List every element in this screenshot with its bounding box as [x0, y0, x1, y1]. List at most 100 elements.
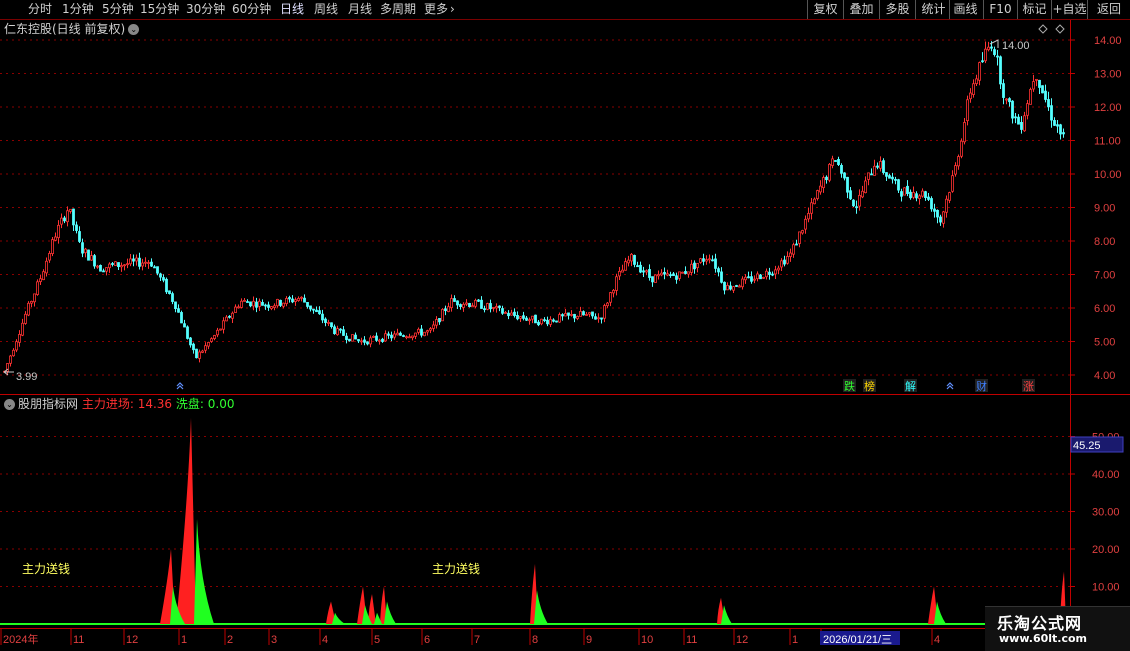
candle-body	[951, 175, 954, 192]
candle-body	[843, 172, 846, 179]
candle-body	[858, 194, 861, 207]
candle-body	[720, 271, 723, 283]
candle-body	[381, 338, 384, 342]
candle-body	[1011, 100, 1014, 119]
candle-body	[243, 299, 246, 302]
candle-body	[72, 208, 75, 226]
candle-body	[393, 333, 396, 338]
candle-body	[21, 322, 24, 336]
chevron-down-icon[interactable]: ⌄	[128, 24, 140, 35]
candle-body	[567, 312, 570, 316]
candle-body	[390, 334, 393, 339]
candle-body	[978, 62, 981, 81]
candle-body	[831, 158, 834, 166]
chevron-down-icon[interactable]: ⌄	[4, 399, 15, 410]
candle-body	[855, 206, 858, 209]
candle-body	[693, 262, 696, 270]
candle-body	[24, 313, 27, 324]
candle-body	[90, 255, 93, 261]
candle-body	[900, 191, 903, 197]
candle-body	[1059, 124, 1062, 135]
indicator-tick-label: 40.00	[1092, 469, 1120, 481]
candle-body	[261, 302, 264, 306]
event-marker-1[interactable]: 榜	[864, 379, 875, 393]
candle-body	[309, 305, 312, 310]
candle-body	[345, 335, 348, 340]
candle-body	[879, 161, 882, 169]
candle-body	[738, 285, 741, 288]
x-axis-label: 5	[374, 634, 380, 646]
candle-body	[756, 273, 759, 280]
price-tick-label: 8.00	[1094, 236, 1115, 248]
candle-body	[369, 337, 372, 345]
candle-body	[573, 313, 576, 319]
candle-body	[996, 55, 999, 58]
candle-body	[840, 164, 843, 174]
candle-body	[378, 339, 381, 342]
candle-body	[234, 306, 237, 313]
candle-body	[906, 185, 909, 194]
candle-body	[891, 176, 894, 180]
x-axis-label: 10	[641, 634, 653, 646]
event-marker-3[interactable]: 财	[976, 379, 987, 393]
candle-body	[663, 272, 666, 275]
diamond-icon[interactable]	[1038, 24, 1048, 34]
candle-body	[348, 338, 351, 342]
candle-body	[246, 301, 249, 303]
candle-body	[1020, 121, 1023, 130]
candle-body	[342, 329, 345, 336]
candle-body	[771, 273, 774, 276]
candle-body	[936, 209, 939, 218]
event-marker-0[interactable]: 跌	[844, 379, 855, 393]
candle-body	[591, 311, 594, 317]
candle-body	[420, 328, 423, 336]
x-axis-label: 6	[424, 634, 430, 646]
wash-value-label: 洗盘: 0.00	[175, 397, 235, 411]
candle-body	[555, 320, 558, 323]
candle-body	[1029, 89, 1032, 105]
candle-body	[516, 315, 519, 320]
candle-body	[267, 304, 270, 308]
candle-body	[66, 210, 69, 223]
candle-body	[138, 257, 141, 267]
candle-body	[975, 78, 978, 85]
candle-body	[609, 292, 612, 303]
candle-body	[630, 253, 633, 262]
candle-body	[453, 298, 456, 302]
candle-body	[825, 176, 828, 181]
candle-body	[1014, 116, 1017, 119]
candle-body	[474, 299, 477, 307]
candle-body	[789, 252, 792, 257]
candle-body	[753, 278, 756, 281]
candle-body	[201, 350, 204, 353]
candle-body	[672, 273, 675, 276]
candle-body	[732, 286, 735, 291]
candle-body	[570, 314, 573, 316]
watermark-logo: 乐淘公式网 www.60lt.com	[985, 606, 1130, 651]
candle-body	[987, 46, 990, 51]
x-axis-label: 8	[532, 634, 538, 646]
candle-body	[363, 339, 366, 343]
candle-body	[954, 165, 957, 175]
candle-body	[864, 180, 867, 194]
candle-body	[816, 190, 819, 199]
candle-body	[528, 319, 531, 322]
main-chart-title[interactable]: 仁东控股(日线 前复权) ⌄	[4, 21, 140, 37]
candle-body	[165, 278, 168, 293]
candle-body	[777, 267, 780, 271]
candle-body	[99, 265, 102, 272]
event-marker-4[interactable]: 涨	[1023, 380, 1034, 393]
candle-body	[543, 319, 546, 322]
high-price-label: 14.00	[1002, 40, 1030, 52]
candle-body	[801, 230, 804, 234]
candle-body	[54, 236, 57, 241]
candle-body	[810, 202, 813, 214]
diamond-icon[interactable]	[1055, 24, 1065, 34]
candle-body	[942, 211, 945, 224]
x-axis-label: 11	[73, 634, 84, 646]
candle-body	[384, 333, 387, 342]
candle-body	[909, 191, 912, 199]
candle-body	[129, 258, 132, 265]
event-marker-2[interactable]: 解	[905, 379, 916, 393]
candle-body	[1008, 98, 1011, 103]
